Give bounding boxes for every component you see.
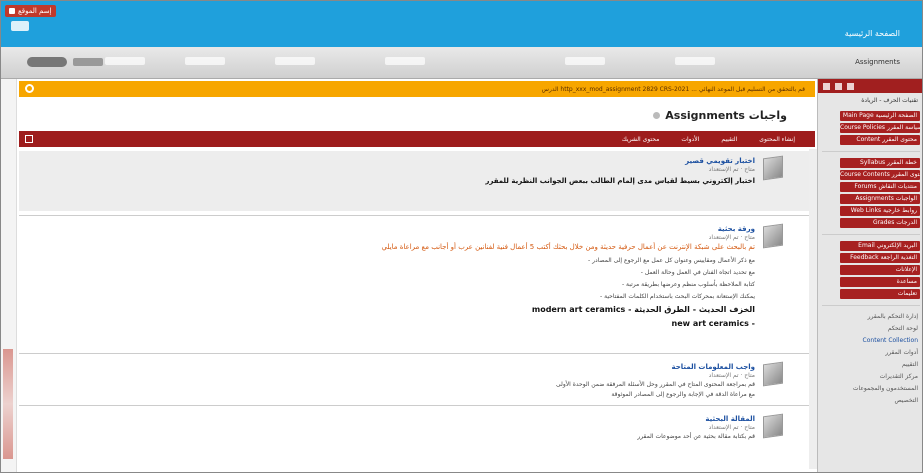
nav-tab-1[interactable] [101,57,149,69]
item-title[interactable]: المقالة البحثية [705,415,755,423]
nav-current-course[interactable]: Assignments [855,58,900,66]
list-item: ورقة بحثية متاح · تم الإستعداد تم بالبحث… [19,219,809,347]
scrollbar[interactable] [809,149,817,469]
menu-group-1: Main Page الصفحة الرئيسية Course Policie… [818,111,922,145]
menu-item[interactable]: تعليمات [840,289,920,299]
menu-divider [822,234,920,235]
list-item: واجب المعلومات المتاحة متاح · تم الإستعد… [19,357,809,401]
menu-item[interactable]: Course Contents محتوى المقرر [840,170,920,180]
nav-left-controls [27,57,103,67]
item-line: - مع تحديد اتجاه الفنان في العمل وحالة ا… [640,269,755,276]
item-line: - كتابة الملاحظة بأسلوب منظم وعرضها بطري… [621,281,755,288]
nav-bar: Assignments [1,47,922,79]
divider [19,405,815,406]
document-icon [763,361,783,387]
item-line: - يمكنك الإستعانة بمحركات البحث باستخدام… [600,293,755,300]
info-dot-icon[interactable] [653,112,661,119]
nav-tab-2[interactable] [181,57,229,69]
user-menu-placeholder[interactable] [73,58,103,66]
item-title[interactable]: اختبار تقويمي قصير [685,157,755,165]
item-status: متاح · تم الإستعداد [708,372,755,379]
nav-tab-6[interactable] [671,57,719,69]
left-strip [1,79,17,472]
management-item[interactable]: أدوات المقرر [840,348,918,358]
item-line: - مع ذكر الأعمال ومقاييس وعنوان كل عمل م… [588,257,755,264]
page-title: Assignments واجبات [653,109,787,122]
management-item[interactable]: لوحة التحكم [840,324,918,334]
collapse-icon[interactable] [847,82,854,90]
toolbar-partner[interactable]: محتوى الشريك [622,136,660,143]
alert-banner: الدرس http_xxx_mod_assignment 2829 CRS-2… [19,81,815,97]
tab-label: إسم الموقع [18,7,52,15]
document-icon [763,223,783,249]
management-item[interactable]: Content Collection [840,336,918,346]
item-status: متاح · تم الإستعداد [708,166,755,173]
course-title[interactable]: تقنيات الحرف - الريادة [818,93,922,108]
sort-icon[interactable] [25,135,33,143]
item-title[interactable]: واجب المعلومات المتاحة [672,363,756,371]
item-description: اختبار إلكتروني بسيط لقياس مدى إلمام الط… [485,177,755,185]
menu-item[interactable]: Feedback التغذية الراجعة [840,253,920,263]
menu-item[interactable]: Main Page الصفحة الرئيسية [840,111,920,121]
nav-tab-4[interactable] [381,57,429,69]
menu-item[interactable]: Course Policies سياسة المقرر [840,123,920,133]
test-icon [763,155,783,181]
list-item: المقالة البحثية متاح · تم الإستعداد قم ب… [19,409,809,469]
menu-item[interactable]: الإعلانات [840,265,920,275]
app-window: إسم الموقع الصفحة الرئيسية Assignments ا… [0,0,923,473]
decorative-stripe [3,349,13,459]
folder-icon[interactable] [835,82,842,90]
item-status: متاح · تم الإستعداد [708,424,755,431]
document-icon [763,413,783,439]
action-toolbar: إنشاء المحتوى التقييم الأدوات محتوى الشر… [19,131,815,147]
toolbar-tools[interactable]: الأدوات [681,136,699,143]
course-menu-header [818,79,922,93]
item-line: مع مراعاة الدقة في الإجابة والرجوع إلى ا… [611,391,755,398]
nav-tab-3[interactable] [271,57,319,69]
list-item: اختبار تقويمي قصير متاح · تم الإستعداد ا… [19,151,809,211]
menu-divider [822,305,920,306]
logo [11,21,29,31]
item-line: قم بكتابة مقالة بحثية عن أحد موضوعات الم… [637,433,755,440]
browser-tab[interactable]: إسم الموقع [5,5,56,17]
item-instruction: تم بالبحث على شبكة الإنترنت عن أعمال حرف… [381,243,755,251]
menu-item[interactable]: Web Links روابط خارجية [840,206,920,216]
page-title-text: Assignments واجبات [665,109,787,122]
refresh-icon[interactable] [823,82,830,90]
nav-tab-5[interactable] [561,57,609,69]
management-item[interactable]: التقييم [840,360,918,370]
gear-icon[interactable] [25,84,34,93]
menu-item[interactable]: Grades الدرجات [840,218,920,228]
menu-divider [822,151,920,152]
tab-icon [9,8,15,14]
item-keywords-2: new art ceramics - [671,319,755,328]
item-line: قم بمراجعة المحتوى المتاح في المقرر وحل … [556,381,755,388]
divider [19,353,815,354]
management-item[interactable]: مركز التقديرات [840,372,918,382]
top-header: إسم الموقع الصفحة الرئيسية [1,1,922,47]
item-title[interactable]: ورقة بحثية [718,225,755,233]
alert-text: الدرس http_xxx_mod_assignment 2829 CRS-2… [541,85,805,93]
menu-item[interactable]: Forums منتديات النقاش [840,182,920,192]
menu-item[interactable]: Assignments الواجبات [840,194,920,204]
toolbar-assessments[interactable]: التقييم [721,136,737,143]
menu-item[interactable]: Syllabus خطة المقرر [840,158,920,168]
toggle-pill[interactable] [27,57,67,67]
menu-item[interactable]: Email البريد الإلكتروني [840,241,920,251]
toolbar-build-content[interactable]: إنشاء المحتوى [759,136,795,143]
menu-item[interactable]: Content محتوى المقرر [840,135,920,145]
course-management: إدارة التحكم بالمقرر لوحة التحكم Content… [818,312,922,406]
management-heading: إدارة التحكم بالمقرر [867,313,918,320]
main-content: الدرس http_xxx_mod_assignment 2829 CRS-2… [17,79,817,472]
management-item[interactable]: المستخدمون والمجموعات [840,384,918,394]
management-item[interactable]: التخصيص [840,396,918,406]
item-keywords: modern art ceramics - الخزف الحديث - الط… [531,305,755,314]
item-status: متاح · تم الإستعداد [708,234,755,241]
divider [19,215,815,216]
menu-item[interactable]: مساعدة [840,277,920,287]
site-title[interactable]: الصفحة الرئيسية [845,29,900,38]
menu-group-3: Email البريد الإلكتروني Feedback التغذية… [818,241,922,299]
menu-group-2: Syllabus خطة المقرر Course Contents محتو… [818,158,922,228]
course-menu: تقنيات الحرف - الريادة Main Page الصفحة … [817,79,922,472]
